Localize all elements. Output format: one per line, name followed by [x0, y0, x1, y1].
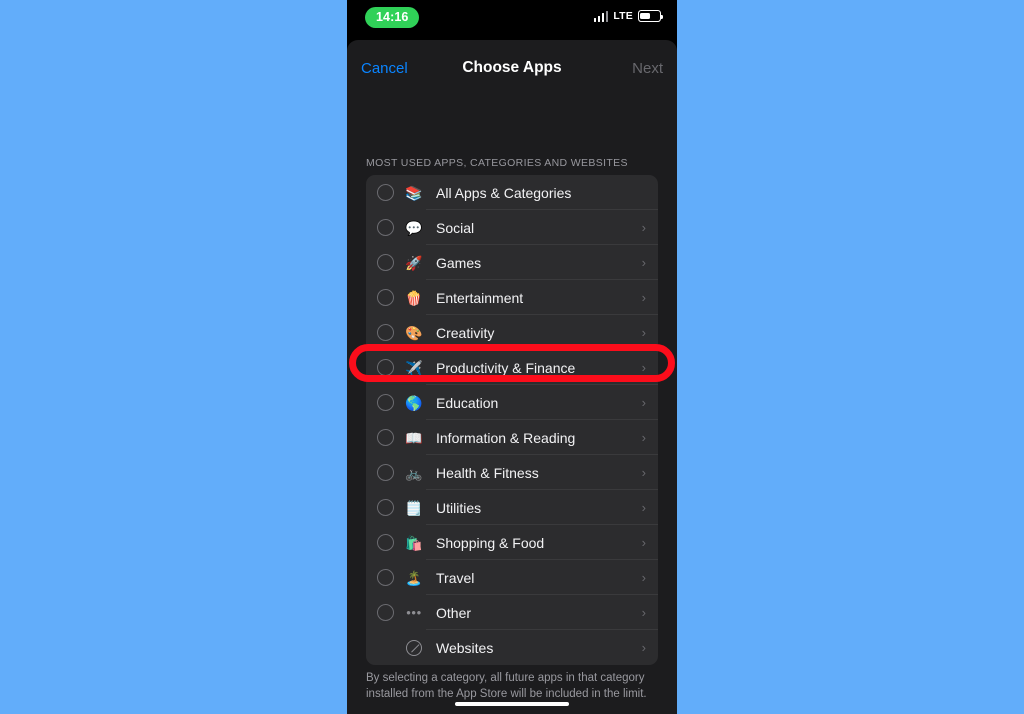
footer-note: By selecting a category, all future apps…	[366, 672, 647, 700]
radio-button[interactable]	[377, 324, 394, 341]
list-item-label: Creativity	[436, 324, 495, 341]
chevron-right-icon: ›	[641, 605, 646, 620]
shopping-bag-icon-glyph: 🛍️	[405, 534, 423, 551]
paper-plane-icon-glyph: ✈️	[405, 359, 423, 376]
chevron-right-icon: ›	[641, 360, 646, 375]
popcorn-icon-glyph: 🍿	[405, 289, 423, 306]
list-item[interactable]: 🌎 Education ›	[366, 385, 658, 420]
chevron-right-icon: ›	[641, 465, 646, 480]
list-item-label: Education	[436, 394, 499, 411]
calculator-icon-glyph: 🗒️	[405, 499, 423, 516]
list-item-label: Social	[436, 219, 475, 236]
status-bar: 14:16 LTE	[347, 0, 677, 42]
battery-icon	[638, 10, 664, 22]
bicycle-icon: 🚲	[403, 466, 425, 480]
radio-button[interactable]	[377, 254, 394, 271]
list-item[interactable]: 🛍️ Shopping & Food ›	[366, 525, 658, 560]
radio-button[interactable]	[377, 569, 394, 586]
radio-button[interactable]	[377, 394, 394, 411]
list-item[interactable]: 🚲 Health & Fitness ›	[366, 455, 658, 490]
list-item-label: Health & Fitness	[436, 464, 539, 481]
list-item-label: Entertainment	[436, 289, 524, 306]
list-item-label: Travel	[436, 569, 475, 586]
ellipsis-icon: •••	[403, 606, 425, 619]
chevron-right-icon: ›	[641, 255, 646, 270]
list-item-label: Utilities	[436, 499, 482, 516]
home-indicator[interactable]	[455, 702, 569, 706]
chevron-right-icon: ›	[641, 325, 646, 340]
list-item[interactable]: 🎨 Creativity ›	[366, 315, 658, 350]
calculator-icon: 🗒️	[403, 501, 425, 515]
speech-bubble-heart-icon: 💬	[403, 221, 425, 235]
ellipsis-glyph: •••	[406, 605, 422, 620]
status-time: 14:16	[365, 7, 420, 28]
list-item[interactable]: Websites ›	[366, 630, 658, 665]
radio-button[interactable]	[377, 604, 394, 621]
chevron-right-icon: ›	[641, 430, 646, 445]
safari-compass-glyph	[406, 639, 422, 656]
chevron-right-icon: ›	[641, 640, 646, 655]
chevron-right-icon: ›	[641, 290, 646, 305]
artist-palette-icon: 🎨	[403, 326, 425, 340]
list-item-label: Productivity & Finance	[436, 359, 576, 376]
navigation-bar: Cancel Choose Apps Next	[347, 40, 677, 96]
chevron-right-icon: ›	[641, 220, 646, 235]
network-type-label: LTE	[613, 10, 633, 22]
list-item[interactable]: 🍿 Entertainment ›	[366, 280, 658, 315]
list-item[interactable]: 📚All Apps & Categories›	[366, 175, 658, 210]
cellular-signal-icon	[593, 10, 609, 22]
rocket-icon: 🚀	[403, 256, 425, 270]
artist-palette-icon-glyph: 🎨	[405, 324, 423, 341]
list-item-label: Shopping & Food	[436, 534, 545, 551]
radio-button[interactable]	[377, 289, 394, 306]
phone-screen: Cancel Choose Apps Next MOST USED APPS, …	[347, 0, 677, 714]
list-item-label: All Apps & Categories	[436, 184, 572, 201]
section-header: MOST USED APPS, CATEGORIES AND WEBSITES	[366, 157, 628, 169]
radio-button[interactable]	[377, 359, 394, 376]
radio-button[interactable]	[377, 464, 394, 481]
stack-layers-icon: 📚	[403, 186, 425, 200]
list-item-label: Information & Reading	[436, 429, 576, 446]
open-book-icon: 📖	[403, 431, 425, 445]
status-indicators: LTE	[593, 10, 664, 22]
stack-layers-icon-glyph: 📚	[405, 184, 423, 201]
safari-compass-icon	[403, 639, 425, 656]
choose-apps-sheet: Cancel Choose Apps Next MOST USED APPS, …	[347, 40, 677, 714]
list-item[interactable]: 🚀 Games ›	[366, 245, 658, 280]
list-item[interactable]: 📖 Information & Reading ›	[366, 420, 658, 455]
radio-button[interactable]	[377, 534, 394, 551]
bicycle-icon-glyph: 🚲	[405, 464, 423, 481]
battery-fill	[640, 12, 651, 20]
category-list: 📚 All Apps & Categories › 💬 Social › 🚀 Games › 🍿 E…	[366, 175, 658, 665]
globe-icon: 🌎	[403, 396, 425, 410]
open-book-icon-glyph: 📖	[405, 429, 423, 446]
palm-tree-island-icon-glyph: 🏝️	[405, 569, 423, 586]
popcorn-icon: 🍿	[403, 291, 425, 305]
list-item[interactable]: 💬 Social ›	[366, 210, 658, 245]
list-item[interactable]: 🏝️ Travel ›	[366, 560, 658, 595]
rocket-icon-glyph: 🚀	[405, 254, 423, 271]
chevron-right-icon: ›	[641, 500, 646, 515]
page-title: Choose Apps	[462, 59, 562, 76]
chevron-right-icon: ›	[641, 395, 646, 410]
shopping-bag-icon: 🛍️	[403, 536, 425, 550]
palm-tree-island-icon: 🏝️	[403, 571, 425, 585]
radio-button[interactable]	[377, 219, 394, 236]
radio-button[interactable]	[377, 429, 394, 446]
list-item-label: Websites	[436, 639, 494, 656]
globe-icon-glyph: 🌎	[405, 394, 423, 411]
next-button[interactable]: Next	[632, 60, 663, 77]
paper-plane-icon: ✈️	[403, 361, 425, 375]
list-item-label: Other	[436, 604, 472, 621]
list-item[interactable]: 🗒️ Utilities ›	[366, 490, 658, 525]
speech-bubble-heart-icon-glyph: 💬	[405, 219, 423, 236]
list-item[interactable]: ✈️ Productivity & Finance ›	[366, 350, 658, 385]
radio-button[interactable]	[377, 184, 394, 201]
chevron-right-icon: ›	[641, 570, 646, 585]
radio-button[interactable]	[377, 499, 394, 516]
chevron-right-icon: ›	[641, 535, 646, 550]
list-item[interactable]: ••• Other ›	[366, 595, 658, 630]
list-item-label: Games	[436, 254, 482, 271]
